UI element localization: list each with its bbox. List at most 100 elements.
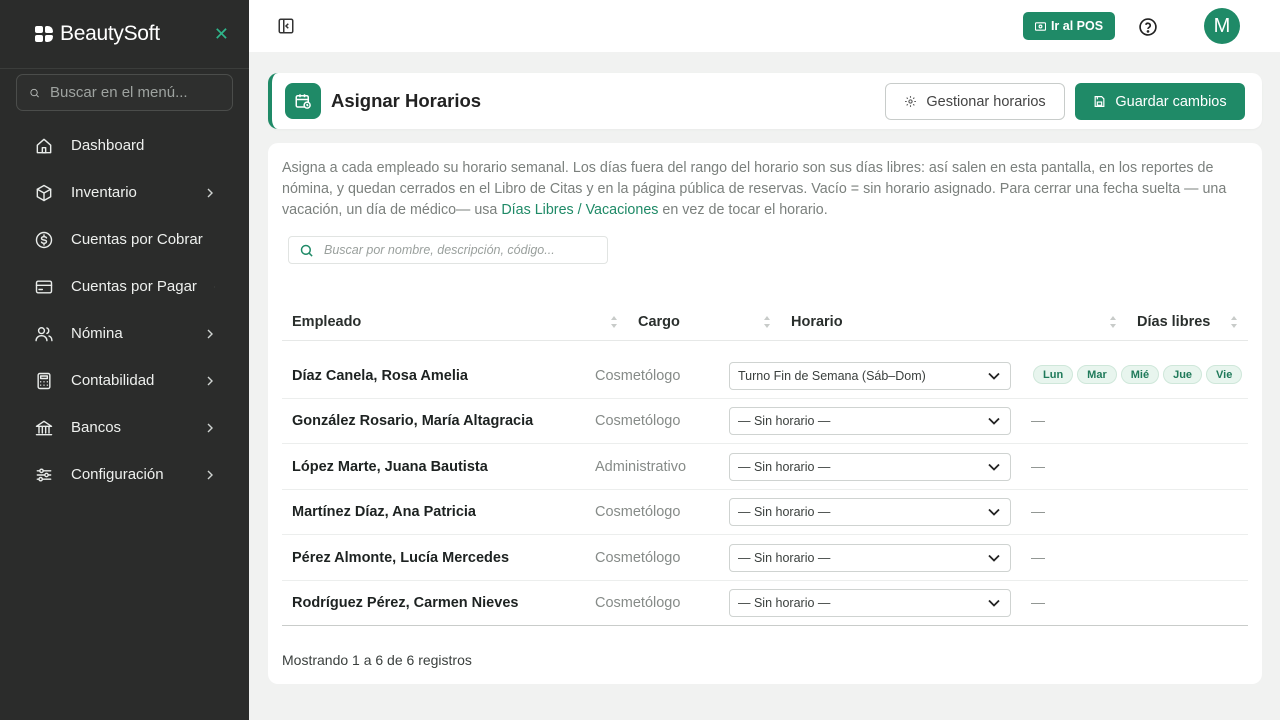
day-off-chip: Lun [1033,365,1074,384]
search-icon [300,244,313,257]
menu-search[interactable] [16,74,233,111]
sort-icon[interactable] [1109,313,1117,331]
sidebar-item-label: Contabilidad [71,372,155,389]
sidebar-toggle-icon[interactable] [277,17,295,35]
save-changes-button[interactable]: Guardar cambios [1075,83,1245,120]
calculator-icon [34,371,54,391]
bank-icon [34,418,54,438]
employee-role: Administrativo [595,458,687,475]
schedule-select[interactable]: — Sin horario — [729,543,1011,572]
employee-name: González Rosario, María Altagracia [292,413,534,430]
search-icon [30,88,39,97]
sort-icon[interactable] [763,313,771,331]
employee-role: Cosmetólogo [595,504,681,521]
menu-search-input[interactable] [50,84,220,101]
brand-name: BeautySoft [60,22,160,45]
sidebar-item-cuentas-por-cobrar[interactable]: Cuentas por Cobrar [0,216,249,263]
page-title: Asignar Horarios [331,90,482,111]
page-header: Asignar Horarios Gestionar horarios Guar… [268,73,1262,129]
chevron-down-icon [988,418,1000,426]
sidebar-item-contabilidad[interactable]: Contabilidad [0,357,249,404]
column-header-dias-libres[interactable]: Días libres [1137,314,1210,330]
schedule-select[interactable]: — Sin horario — [729,452,1011,481]
column-header-horario[interactable]: Horario [791,314,843,330]
sidebar-item-label: Configuración [71,466,164,483]
chevron-down-icon [988,599,1000,607]
chevron-right-icon [207,188,213,197]
column-header-cargo[interactable]: Cargo [638,314,680,330]
table-row: González Rosario, María Altagracia Cosmet… [282,399,1248,445]
manage-schedules-label: Gestionar horarios [926,93,1046,110]
employee-role: Cosmetólogo [595,413,681,430]
schedule-select-value: — Sin horario — [738,550,831,565]
sidebar-item-bancos[interactable]: Bancos [0,404,249,451]
days-off-empty: — [1031,594,1045,610]
dollar-circle-icon [34,230,54,250]
chevron-right-icon [207,423,213,432]
help-icon[interactable] [1138,17,1158,37]
go-to-pos-label: Ir al POS [1050,19,1104,33]
sort-icon[interactable] [610,313,618,331]
chevron-down-icon [988,509,1000,516]
sidebar-item-label: Inventario [71,184,137,201]
employee-name: Díaz Canela, Rosa Amelia [292,368,468,384]
manage-schedules-button[interactable]: Gestionar horarios [885,83,1065,120]
schedule-select[interactable]: — Sin horario — [729,498,1011,527]
users-icon [34,324,54,344]
sidebar-item-label: Bancos [71,419,122,436]
days-off-empty: — [1031,457,1045,474]
schedule-select-value: — Sin horario — [738,414,831,429]
days-off-link[interactable]: Días Libres / Vacaciones [501,202,658,218]
gear-icon [905,96,917,107]
days-off-empty: — [1031,412,1045,429]
table-row: Pérez Almonte, Lucía Mercedes Cosmetólogo… [282,536,1248,581]
employee-role: Cosmetólogo [595,595,681,611]
sidebar-item-dashboard[interactable]: Dashboard [0,122,249,169]
sidebar-item-label: Nómina [71,325,123,342]
topbar: Ir al POS M [249,0,1280,52]
employee-role: Cosmetólogo [595,368,681,384]
brand-logo[interactable]: BeautySoft [35,22,160,46]
pagination-info: Mostrando 1 a 6 de 6 registros [282,652,472,668]
table-search-input[interactable] [324,243,594,257]
sidebar-item-inventario[interactable]: Inventario [0,169,249,216]
chevron-right-icon [207,470,213,479]
save-icon [1094,96,1105,107]
table-row: López Marte, Juana Bautista Administrativ… [282,445,1248,490]
table-search[interactable] [288,236,608,264]
table-row: Martínez Díaz, Ana Patricia Cosmetólogo — … [282,490,1248,536]
credit-card-icon [34,277,54,297]
chevron-down-icon [988,554,1000,562]
schedule-select-value: — Sin horario — [738,505,831,520]
chevron-right-icon [207,329,213,338]
sidebar-item-label: Cuentas por Pagar [71,278,197,295]
chevron-right-icon [207,376,213,385]
sort-icon[interactable] [1230,313,1238,331]
employee-name: Martínez Díaz, Ana Patricia [292,504,476,521]
sidebar-item-nomina[interactable]: Nómina [0,310,249,357]
day-off-chip: Jue [1163,365,1203,384]
column-header-empleado[interactable]: Empleado [292,314,361,330]
schedule-select[interactable]: — Sin horario — [729,589,1011,617]
cash-icon [1034,21,1046,31]
sidebar-item-label: Dashboard [71,137,145,154]
schedule-select-value: — Sin horario — [738,596,831,610]
calendar-clock-icon [285,83,321,119]
close-sidebar-icon[interactable]: ✕ [214,24,229,45]
day-off-chip: Vie [1206,365,1243,384]
chevron-down-icon [988,463,1000,471]
schedule-select[interactable]: — Sin horario — [729,407,1011,436]
schedule-select[interactable]: Turno Fin de Semana (Sáb–Dom) [729,362,1011,390]
sidebar-item-configuracion[interactable]: Configuración [0,451,249,498]
box-icon [34,183,54,203]
employee-role: Cosmetólogo [595,549,681,566]
schedule-select-value: — Sin horario — [738,459,831,474]
sidebar-item-cuentas-por-pagar[interactable]: Cuentas por Pagar [0,263,249,310]
schedules-card: Asigna a cada empleado su horario semana… [268,143,1262,684]
go-to-pos-button[interactable]: Ir al POS [1023,12,1115,40]
description-text-end: en vez de tocar el horario. [658,202,828,218]
table-header: Empleado Cargo Horario Días libres [282,303,1248,341]
description: Asigna a cada empleado su horario semana… [282,158,1252,221]
day-off-chip: Mié [1120,365,1160,384]
avatar[interactable]: M [1204,8,1240,44]
